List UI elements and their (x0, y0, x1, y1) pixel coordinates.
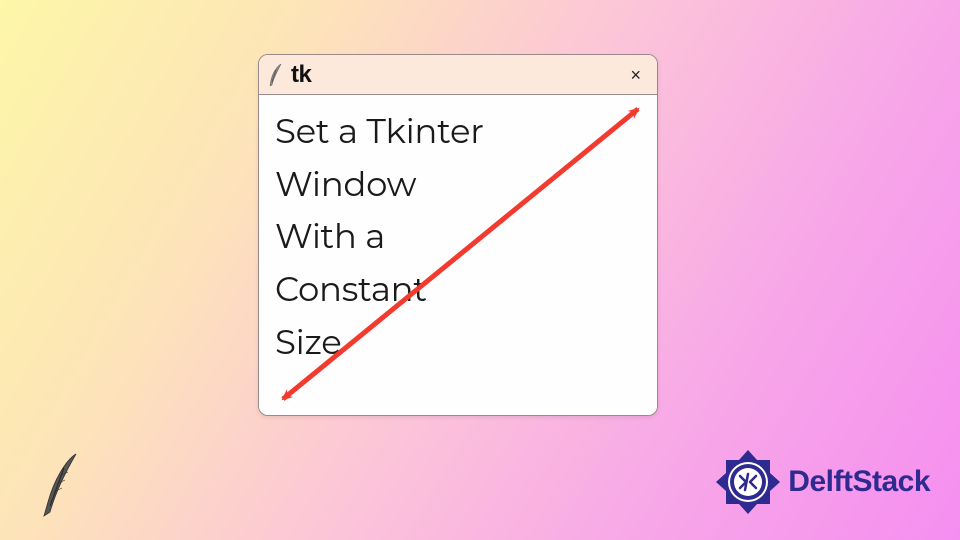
feather-icon (267, 62, 285, 88)
body-text: Set a Tkinter Window With a Constant Siz… (275, 105, 641, 368)
feather-icon (40, 450, 84, 520)
titlebar: tk × (259, 55, 657, 95)
tk-window: tk × Set a Tkinter Window With a Constan… (258, 54, 658, 416)
titlebar-left: tk (267, 61, 311, 89)
window-body: Set a Tkinter Window With a Constant Siz… (259, 95, 657, 415)
window-title: tk (291, 61, 311, 89)
brand-logo-icon (712, 446, 784, 518)
brand: DelftStack (712, 446, 930, 518)
close-icon[interactable]: × (626, 64, 645, 86)
brand-name: DelftStack (788, 465, 930, 499)
